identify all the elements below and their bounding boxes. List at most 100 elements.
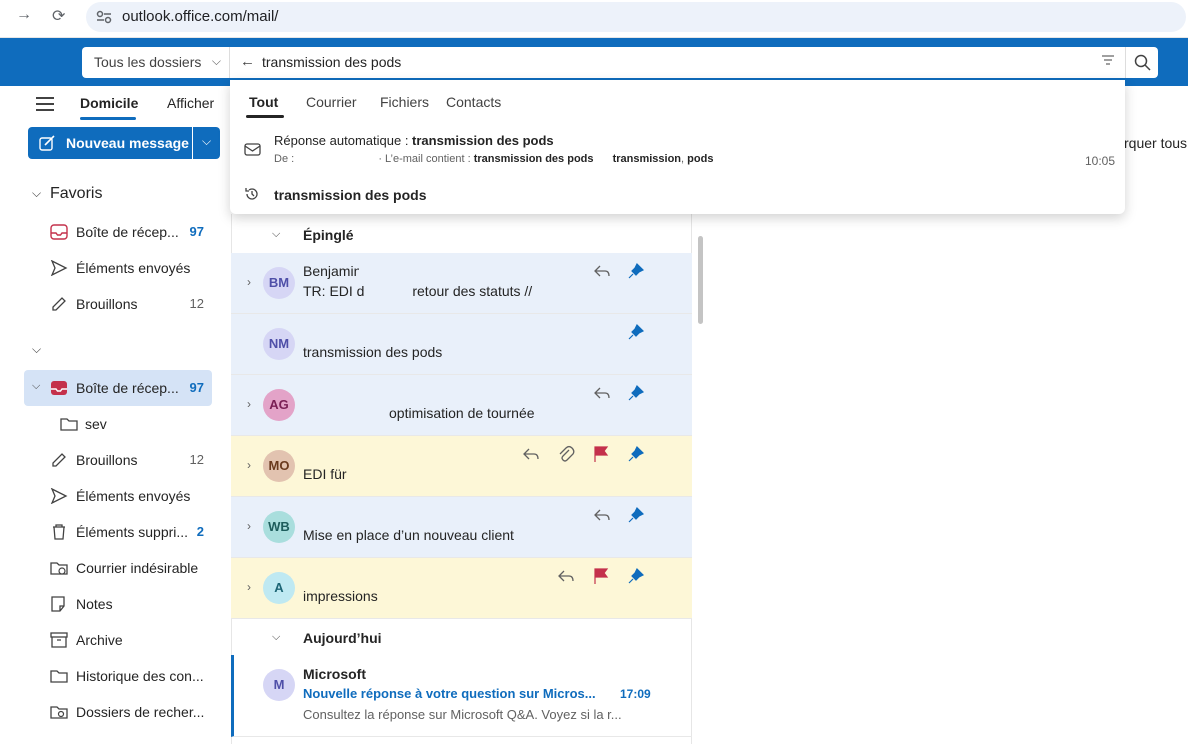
pin-icon[interactable]: [627, 445, 645, 463]
unread-count: 97: [189, 380, 204, 395]
tab-afficher[interactable]: Afficher: [167, 95, 214, 111]
scrollbar-thumb[interactable]: [698, 236, 703, 324]
mail-row[interactable]: › AG optimisation de tournée: [231, 375, 692, 436]
tab-tout[interactable]: Tout: [249, 94, 278, 110]
tab-domicile[interactable]: Domicile: [80, 95, 138, 111]
unread-count: 97: [189, 224, 204, 239]
reply-icon[interactable]: [522, 445, 540, 463]
search-result-mail[interactable]: Réponse automatique : transmission des p…: [230, 124, 1125, 174]
avatar: MO: [263, 450, 295, 482]
chevron-down-icon[interactable]: ⌵: [32, 186, 41, 201]
favorites-header[interactable]: Favoris: [50, 185, 102, 203]
address-bar[interactable]: outlook.office.com/mail/: [86, 2, 1186, 32]
menu-icon[interactable]: [36, 97, 54, 111]
avatar: M: [263, 669, 295, 701]
search-scope-dropdown[interactable]: Tous les dossiers ⌵: [82, 47, 230, 78]
search-scope-label: Tous les dossiers: [94, 54, 202, 70]
mail-subject: transmission des pods: [303, 344, 443, 360]
sidebar-item-sev[interactable]: sev: [24, 407, 212, 441]
mail-time: 17:09: [620, 687, 651, 701]
avatar: NM: [263, 328, 295, 360]
chevron-down-icon: ⌵: [211, 54, 221, 68]
reload-icon[interactable]: ⟳: [52, 6, 65, 26]
search-query-text: transmission des pods: [262, 54, 402, 70]
sidebar-item-favorite-drafts[interactable]: Brouillons 12: [24, 287, 212, 321]
result-meta: De : · L’e-mail contient : transmission …: [274, 153, 714, 165]
reply-icon[interactable]: [593, 262, 611, 280]
chevron-down-icon[interactable]: ⌵: [32, 342, 41, 357]
search-input[interactable]: ← transmission des pods: [230, 47, 1125, 78]
sidebar-item-inbox[interactable]: ⌵ Boîte de récep... 97: [24, 370, 212, 406]
subject-part: retour des statuts //: [412, 283, 533, 299]
sidebar-item-favorite-inbox[interactable]: Boîte de récep... 97: [24, 215, 212, 249]
search-history-item[interactable]: transmission des pods: [230, 178, 1125, 210]
chevron-right-icon[interactable]: ›: [247, 580, 251, 594]
chevron-right-icon[interactable]: ›: [247, 275, 251, 289]
filter-icon[interactable]: [1101, 53, 1115, 67]
trash-icon: [53, 524, 65, 540]
mail-subject: impressions: [303, 588, 378, 604]
result-title-prefix: Réponse automatique :: [274, 133, 413, 148]
mark-all-read-button[interactable]: rquer tous: [1124, 135, 1187, 151]
sidebar-item-junk[interactable]: Courrier indésirable: [24, 551, 212, 585]
chevron-down-icon[interactable]: ⌵: [272, 631, 280, 644]
sidebar-item-favorite-sent[interactable]: Éléments envoyés: [24, 251, 212, 285]
sidebar-item-label: Brouillons: [76, 452, 138, 468]
reply-icon[interactable]: [557, 567, 575, 585]
pin-icon[interactable]: [627, 323, 645, 341]
chevron-right-icon[interactable]: ›: [247, 519, 251, 533]
reply-icon[interactable]: [593, 506, 611, 524]
sidebar-item-sent[interactable]: Éléments envoyés: [24, 479, 212, 513]
chevron-right-icon[interactable]: ›: [247, 397, 251, 411]
folder-icon: [60, 418, 78, 431]
history-query: transmission des pods: [274, 187, 427, 203]
chevron-down-icon[interactable]: ⌵: [272, 228, 280, 241]
pinned-group-header[interactable]: Épinglé: [303, 227, 354, 243]
tab-contacts[interactable]: Contacts: [446, 94, 501, 110]
mail-row[interactable]: › WB Mise en place d’un nouveau client: [231, 497, 692, 558]
flag-icon[interactable]: [592, 567, 610, 585]
mail-row[interactable]: › A impressions: [231, 558, 692, 619]
mail-row[interactable]: NM transmission des pods: [231, 314, 692, 375]
sidebar-item-label: Éléments envoyés: [76, 260, 191, 276]
avatar: AG: [263, 389, 295, 421]
mail-row[interactable]: › MO EDI für: [231, 436, 692, 497]
chevron-right-icon[interactable]: ›: [247, 458, 251, 472]
search-button[interactable]: [1125, 47, 1158, 78]
new-message-button[interactable]: Nouveau message: [28, 127, 192, 159]
result-from-label: De :: [274, 153, 295, 165]
sidebar-item-label: Éléments envoyés: [76, 488, 191, 504]
sidebar-item-conversation-history[interactable]: Historique des con...: [24, 659, 212, 693]
sidebar-item-label: Courrier indésirable: [76, 560, 199, 576]
mail-subject: TR: EDI d retour des statuts //: [303, 283, 532, 299]
flag-icon[interactable]: [592, 445, 610, 463]
mail-subject: Mise en place d’un nouveau client: [303, 527, 514, 543]
archive-icon: [50, 632, 68, 648]
back-arrow-icon[interactable]: ←: [240, 53, 255, 70]
pin-icon[interactable]: [627, 262, 645, 280]
mail-row[interactable]: M Microsoft Nouvelle réponse à votre que…: [231, 655, 692, 737]
unread-count: 2: [196, 524, 204, 539]
new-message-dropdown[interactable]: ⌵: [193, 127, 220, 159]
draft-count: 12: [189, 296, 204, 311]
site-settings-icon[interactable]: [96, 10, 112, 24]
tab-fichiers[interactable]: Fichiers: [380, 94, 429, 110]
inbox-icon: [51, 381, 67, 395]
sidebar-item-notes[interactable]: Notes: [24, 587, 212, 621]
inbox-icon: [50, 224, 68, 240]
sidebar-item-deleted[interactable]: Éléments suppri... 2: [24, 515, 212, 549]
mail-row[interactable]: › BM Benjamin TR: EDI d retour des statu…: [231, 253, 692, 314]
pin-icon[interactable]: [627, 506, 645, 524]
sidebar-item-label: Archive: [76, 632, 123, 648]
sidebar-item-archive[interactable]: Archive: [24, 623, 212, 657]
sidebar-item-search-folders[interactable]: Dossiers de recher...: [24, 695, 212, 729]
pin-icon[interactable]: [627, 384, 645, 402]
today-group-header[interactable]: Aujourd’hui: [303, 630, 382, 646]
reply-icon[interactable]: [593, 384, 611, 402]
pin-icon[interactable]: [627, 567, 645, 585]
forward-icon[interactable]: →: [16, 6, 32, 24]
tab-courrier[interactable]: Courrier: [306, 94, 357, 110]
redacted-account-name: [48, 338, 208, 358]
sidebar-item-drafts[interactable]: Brouillons 12: [24, 443, 212, 477]
chevron-down-icon[interactable]: ⌵: [32, 380, 40, 393]
